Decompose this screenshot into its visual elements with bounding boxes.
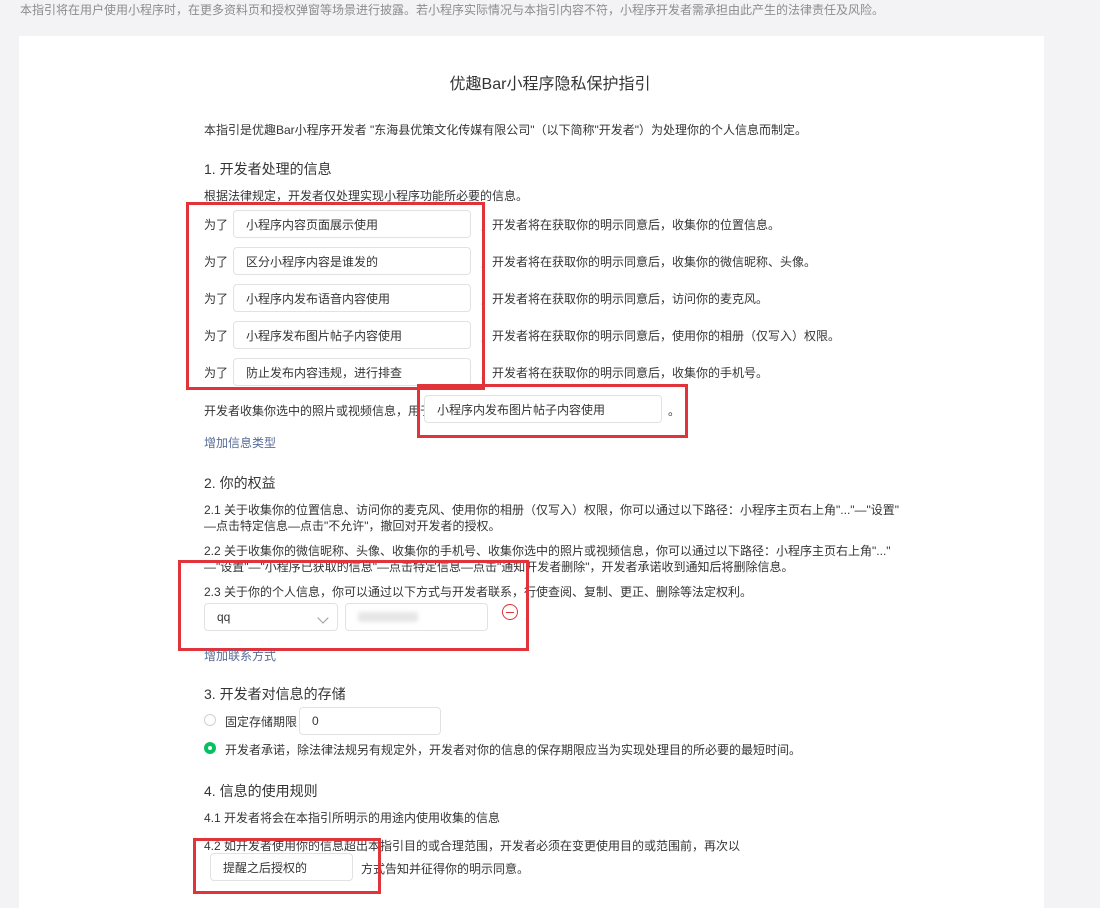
purpose-input[interactable]: 小程序内容页面展示使用 (233, 210, 471, 238)
add-info-type-link[interactable]: 增加信息类型 (204, 434, 276, 451)
page-title: 优趣Bar小程序隐私保护指引 (449, 76, 651, 93)
row-suffix: ，开发者将在获取你的明示同意后，访问你的麦克风。 (480, 292, 769, 306)
purpose-input[interactable]: 小程序内发布语音内容使用 (233, 284, 471, 312)
row-suffix: ，开发者将在获取你的明示同意后，收集你的微信昵称、头像。 (480, 255, 817, 269)
photo-prefix: 开发者收集你选中的照片或视频信息，用于 (204, 404, 433, 418)
privacy-guide-card (19, 36, 1044, 908)
notify-method-input[interactable]: 提醒之后授权的 (210, 853, 353, 881)
contact-type-select[interactable]: qq (204, 603, 338, 631)
paragraph-2-1-line1: 2.1 关于收集你的位置信息、访问你的麦克风、使用你的相册（仅写入）权限，你可以… (204, 503, 900, 517)
section-3-heading: 3. 开发者对信息的存储 (204, 686, 346, 702)
purpose-input[interactable]: 防止发布内容违规，进行排查 (233, 358, 471, 386)
paragraph-4-2: 4.2 如开发者使用你的信息超出本指引目的或合理范围，开发者必须在变更使用目的或… (204, 839, 741, 853)
commitment-label: 开发者承诺，除法律法规另有规定外，开发者对你的信息的保存期限应当为实现处理目的所… (225, 743, 802, 757)
add-contact-link[interactable]: 增加联系方式 (204, 647, 276, 664)
paragraph-2-2-line1: 2.2 关于收集你的微信昵称、头像、收集你的手机号、收集你选中的照片或视频信息，… (204, 544, 891, 558)
remove-contact-icon[interactable] (502, 604, 518, 620)
section-1-desc: 根据法律规定，开发者仅处理实现小程序功能所必要的信息。 (204, 189, 529, 203)
chevron-down-icon (317, 612, 329, 624)
purpose-input[interactable]: 区分小程序内容是谁发的 (233, 247, 471, 275)
commitment-radio[interactable] (204, 742, 216, 754)
contact-type-value: qq (217, 610, 231, 624)
purpose-input[interactable]: 小程序发布图片帖子内容使用 (233, 321, 471, 349)
row-prefix: 为了 (204, 255, 229, 269)
fixed-period-label: 固定存储期限 (225, 715, 298, 729)
contact-value-input[interactable] (345, 603, 488, 631)
paragraph-2-3: 2.3 关于你的个人信息，你可以通过以下方式与开发者联系，行使查阅、复制、更正、… (204, 585, 753, 599)
section-4-heading: 4. 信息的使用规则 (204, 783, 318, 799)
row-prefix: 为了 (204, 329, 229, 343)
row-suffix: ，开发者将在获取你的明示同意后，使用你的相册（仅写入）权限。 (480, 329, 841, 343)
intro-text: 本指引是优趣Bar小程序开发者 "东海县优策文化传媒有限公司"（以下简称"开发者… (204, 123, 808, 137)
row-prefix: 为了 (204, 292, 229, 306)
photo-purpose-input[interactable]: 小程序内发布图片帖子内容使用 (424, 395, 662, 423)
row-suffix: ，开发者将在获取你的明示同意后，收集你的位置信息。 (480, 218, 781, 232)
fixed-period-radio[interactable] (204, 714, 216, 726)
photo-suffix: 。 (668, 404, 681, 418)
paragraph-2-1-line2: —点击特定信息—点击"不允许"，撤回对开发者的授权。 (204, 519, 501, 533)
paragraph-2-2-line2: —"设置"—"小程序已获取的信息"—点击特定信息—点击"通知开发者删除"，开发者… (204, 560, 794, 574)
row-prefix: 为了 (204, 366, 229, 380)
method-suffix: 方式告知并征得你的明示同意。 (361, 862, 530, 876)
row-suffix: ，开发者将在获取你的明示同意后，收集你的手机号。 (480, 366, 769, 380)
storage-period-input[interactable]: 0 (299, 707, 441, 735)
row-prefix: 为了 (204, 218, 229, 232)
redacted-value (358, 612, 418, 622)
section-2-heading: 2. 你的权益 (204, 475, 276, 491)
section-1-heading: 1. 开发者处理的信息 (204, 161, 332, 177)
paragraph-4-1: 4.1 开发者将会在本指引所明示的用途内使用收集的信息 (204, 811, 501, 825)
top-notice: 本指引将在用户使用小程序时，在更多资料页和授权弹窗等场景进行披露。若小程序实际情… (20, 3, 885, 17)
